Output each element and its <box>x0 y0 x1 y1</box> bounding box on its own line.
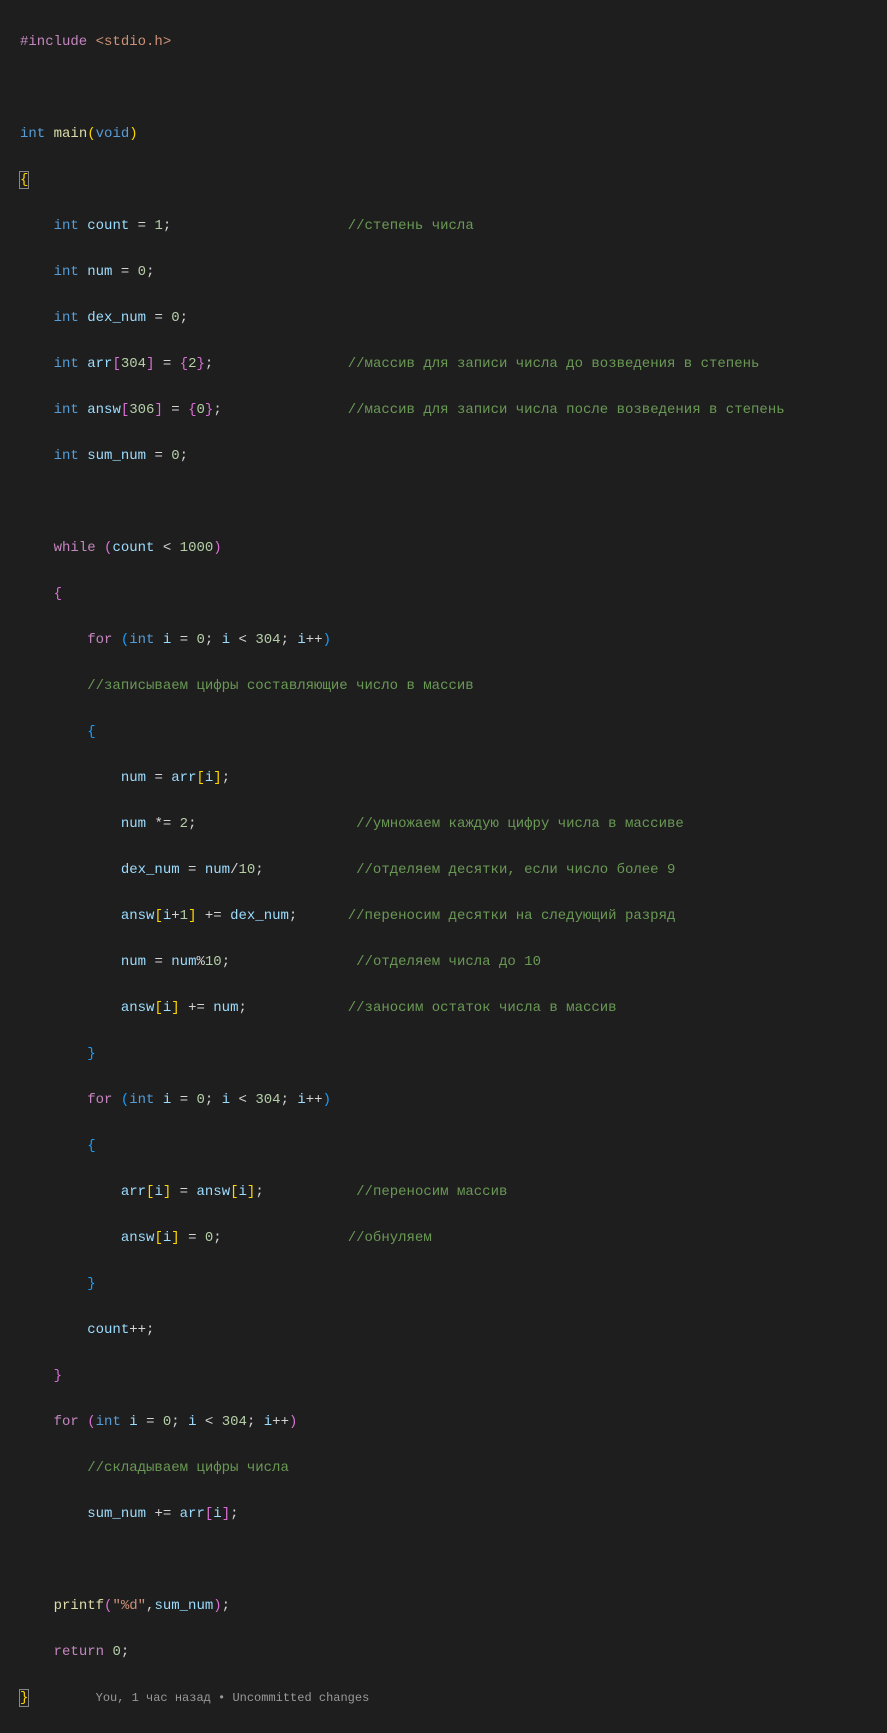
semicolon: ; <box>163 218 171 234</box>
bracket-open: [ <box>112 356 120 372</box>
keyword-int: int <box>54 356 79 372</box>
comma: , <box>146 1598 154 1614</box>
keyword-int: int <box>54 402 79 418</box>
num-literal: 0 <box>171 448 179 464</box>
keyword-int: int <box>54 218 79 234</box>
keyword-for: for <box>54 1414 79 1430</box>
keyword-for: for <box>87 632 112 648</box>
keyword-void: void <box>96 126 130 142</box>
git-codelens[interactable]: You, 1 час назад • Uncommitted changes <box>96 1691 370 1705</box>
comment: //отделяем числа до 10 <box>356 954 541 970</box>
brace-close: } <box>87 1046 95 1062</box>
var-sumnum: sum_num <box>87 448 146 464</box>
comment: //переносим десятки на следующий разряд <box>348 908 676 924</box>
num-literal: 1 <box>154 218 162 234</box>
keyword-while: while <box>54 540 96 556</box>
comment: //степень числа <box>348 218 474 234</box>
var-count: count <box>87 218 129 234</box>
op-pluseq: += <box>205 908 222 924</box>
var-answ: answ <box>87 402 121 418</box>
comment: //складываем цифры числа <box>87 1460 289 1476</box>
num-literal: 0 <box>171 310 179 326</box>
comment: //записываем цифры составляющие число в … <box>87 678 473 694</box>
brace-open: { <box>180 356 188 372</box>
comment: //переносим массив <box>356 1184 507 1200</box>
comment: //умножаем каждую цифру числа в массиве <box>356 816 684 832</box>
op-plus: + <box>171 908 179 924</box>
brace-close: } <box>87 1276 95 1292</box>
brace-open: { <box>19 171 29 189</box>
brace-close: } <box>197 356 205 372</box>
keyword-for: for <box>87 1092 112 1108</box>
comment: //массив для записи числа до возведения … <box>348 356 760 372</box>
brace-open: { <box>87 724 95 740</box>
num-literal: 306 <box>129 402 154 418</box>
keyword-int: int <box>54 264 79 280</box>
brace-open: { <box>87 1138 95 1154</box>
var-dexnum: dex_num <box>87 310 146 326</box>
brace-close: } <box>19 1689 29 1707</box>
num-literal: 0 <box>197 402 205 418</box>
op-increment: ++ <box>306 632 323 648</box>
num-literal: 2 <box>188 356 196 372</box>
keyword-return: return <box>54 1644 104 1660</box>
var-arr: arr <box>87 356 112 372</box>
function-main: main <box>54 126 88 142</box>
comment: //отделяем десятки, если число более 9 <box>356 862 675 878</box>
op-muleq: *= <box>154 816 171 832</box>
bracket-close: ] <box>146 356 154 372</box>
num-literal: 304 <box>121 356 146 372</box>
keyword-int: int <box>54 448 79 464</box>
num-literal: 0 <box>138 264 146 280</box>
paren-open: ( <box>87 126 95 142</box>
brace-open: { <box>54 586 62 602</box>
brace-close: } <box>54 1368 62 1384</box>
op-mod: % <box>196 954 204 970</box>
include-header: <stdio.h> <box>96 34 172 50</box>
comment: //обнуляем <box>348 1230 432 1246</box>
num-literal: 1000 <box>180 540 214 556</box>
var-num: num <box>87 264 112 280</box>
keyword-int: int <box>54 310 79 326</box>
string-literal: "%d" <box>112 1598 146 1614</box>
comment: //заносим остаток числа в массив <box>348 1000 617 1016</box>
function-printf: printf <box>54 1598 104 1614</box>
paren-close: ) <box>129 126 137 142</box>
preproc-directive: #include <box>20 34 87 50</box>
var-i: i <box>163 632 171 648</box>
keyword-int: int <box>20 126 45 142</box>
op-eq: = <box>138 218 146 234</box>
comment: //массив для записи числа после возведен… <box>348 402 785 418</box>
code-editor[interactable]: #include <stdio.h> int main(void) { int … <box>0 0 887 1733</box>
